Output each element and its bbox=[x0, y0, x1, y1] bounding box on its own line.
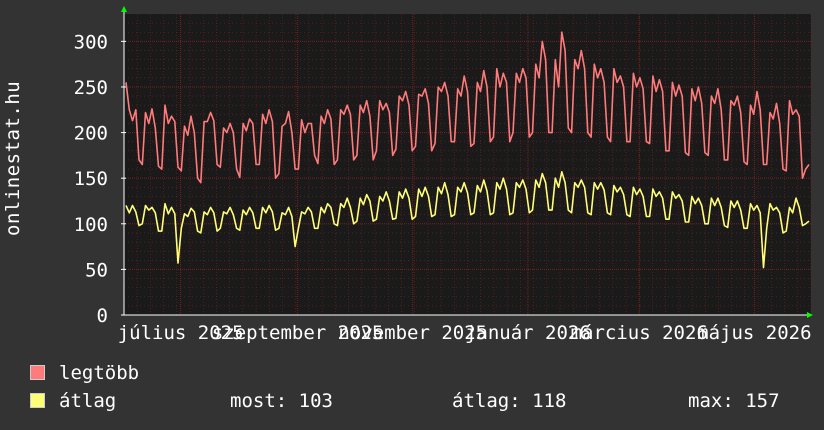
y-tick-label: 100 bbox=[74, 214, 108, 236]
stat-average: átlag: 118 bbox=[452, 390, 567, 412]
legend-swatch-max bbox=[30, 365, 45, 380]
y-tick-label: 150 bbox=[74, 168, 108, 190]
y-tick-label: 0 bbox=[97, 305, 108, 327]
x-tick-label: május 2026 bbox=[697, 322, 811, 344]
y-tick-label: 300 bbox=[74, 31, 108, 53]
y-tick-label: 200 bbox=[74, 123, 108, 145]
stat-current: most: 103 bbox=[230, 390, 333, 412]
legend-swatch-avg bbox=[30, 393, 45, 408]
legend-label-max: legtöbb bbox=[59, 362, 140, 384]
stat-maximum: max: 157 bbox=[688, 390, 780, 412]
x-tick-label: március 2026 bbox=[571, 322, 708, 344]
legend-item-max: legtöbb bbox=[30, 362, 139, 384]
y-tick-label: 50 bbox=[85, 259, 108, 281]
legend-label-avg: átlag bbox=[59, 390, 117, 412]
legend-item-avg: átlag bbox=[30, 390, 116, 412]
y-side-label: onlinestat.hu bbox=[2, 80, 24, 236]
y-tick-label: 250 bbox=[74, 77, 108, 99]
y-axis-arrow bbox=[121, 6, 127, 12]
